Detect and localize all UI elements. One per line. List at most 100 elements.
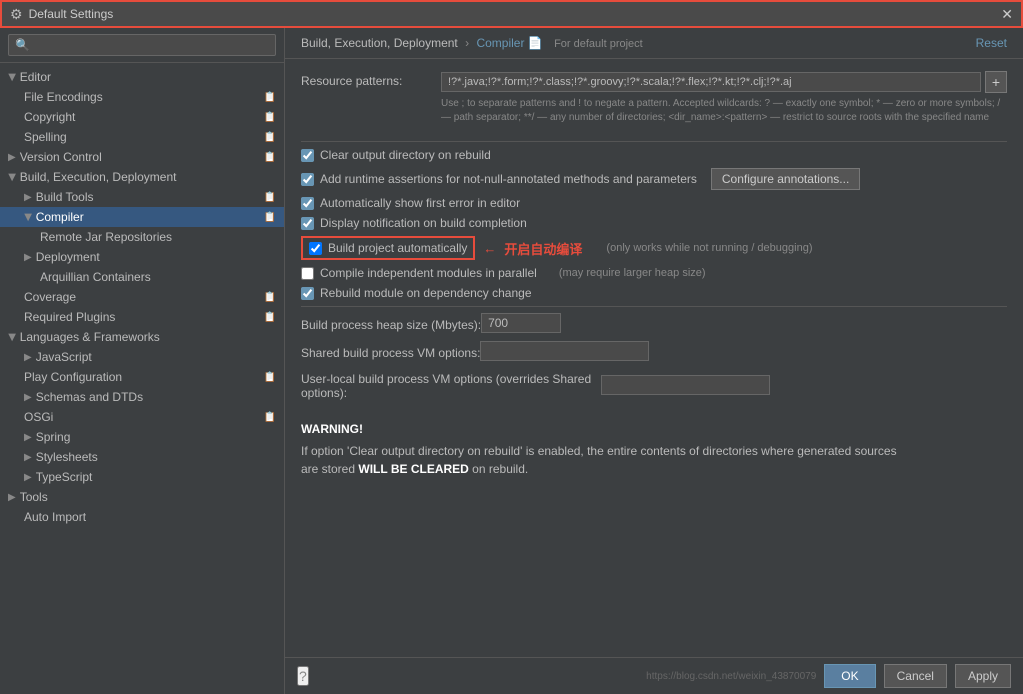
settings-icon: ⚙: [10, 6, 23, 23]
breadcrumb-current: Compiler: [476, 36, 524, 50]
sidebar-item-label: Build Tools: [36, 190, 94, 204]
breadcrumb: Build, Execution, Deployment › Compiler …: [301, 36, 643, 50]
warning-box: WARNING! If option 'Clear output directo…: [301, 412, 1007, 486]
sidebar-item-build-tools[interactable]: ▶ Build Tools 📋: [0, 187, 284, 207]
main-container: ▶ Editor File Encodings 📋 Copyright 📋 Sp…: [0, 28, 1023, 694]
expand-icon: ▶: [8, 152, 16, 163]
copy-icon: 📋: [264, 372, 276, 383]
copy-icon: 📋: [264, 112, 276, 123]
sidebar-item-stylesheets[interactable]: ▶ Stylesheets: [0, 447, 284, 467]
breadcrumb-project: For default project: [554, 38, 643, 50]
compile-parallel-row: Compile independent modules in parallel …: [301, 266, 1007, 280]
display-notification-label: Display notification on build completion: [320, 216, 527, 230]
user-vm-input[interactable]: [601, 375, 770, 395]
clear-output-row: Clear output directory on rebuild: [301, 148, 1007, 162]
sidebar-item-version-control[interactable]: ▶ Version Control 📋: [0, 147, 284, 167]
display-notification-checkbox[interactable]: [301, 217, 314, 230]
build-auto-label: Build project automatically: [328, 241, 467, 255]
expand-icon: ▶: [6, 73, 17, 81]
ok-button[interactable]: OK: [824, 664, 875, 688]
sidebar-item-osgi[interactable]: OSGi 📋: [0, 407, 284, 427]
build-auto-checkbox[interactable]: [309, 242, 322, 255]
title-bar: ⚙ Default Settings ✕: [0, 0, 1023, 28]
user-vm-row: User-local build process VM options (ove…: [301, 369, 1007, 400]
clear-output-checkbox[interactable]: [301, 149, 314, 162]
annotation-text: 开启自动编译: [504, 239, 582, 258]
shared-vm-input[interactable]: [480, 341, 649, 361]
annotation-arrow: ←: [483, 241, 496, 256]
close-button[interactable]: ✕: [1001, 6, 1013, 23]
sidebar-item-label: Stylesheets: [36, 450, 98, 464]
add-assertions-label: Add runtime assertions for not-null-anno…: [320, 172, 697, 186]
resource-patterns-input[interactable]: [441, 72, 981, 92]
warning-text: If option 'Clear output directory on reb…: [301, 442, 1007, 478]
sidebar-item-file-encodings[interactable]: File Encodings 📋: [0, 87, 284, 107]
build-auto-note: (only works while not running / debuggin…: [606, 242, 812, 254]
expand-icon: ▶: [6, 173, 17, 181]
breadcrumb-separator: ›: [465, 36, 472, 50]
add-pattern-button[interactable]: +: [985, 71, 1007, 93]
sidebar-item-label: Schemas and DTDs: [36, 390, 143, 404]
add-assertions-row: Add runtime assertions for not-null-anno…: [301, 168, 1007, 190]
search-input[interactable]: [8, 34, 276, 56]
expand-icon: ▶: [24, 192, 32, 203]
resource-input-row: +: [441, 71, 1007, 93]
sidebar-item-label: Auto Import: [24, 510, 86, 524]
sidebar-item-coverage[interactable]: Coverage 📋: [0, 287, 284, 307]
sidebar-item-compiler[interactable]: ▶ Compiler 📋: [0, 207, 284, 227]
sidebar-item-spelling[interactable]: Spelling 📋: [0, 127, 284, 147]
resource-patterns-label: Resource patterns:: [301, 71, 441, 88]
sidebar-item-label: Languages & Frameworks: [20, 330, 160, 344]
expand-icon: ▶: [24, 452, 32, 463]
sidebar-item-deployment[interactable]: ▶ Deployment: [0, 247, 284, 267]
resource-patterns-help: Use ; to separate patterns and ! to nega…: [441, 97, 1007, 125]
copy-icon: 📋: [264, 132, 276, 143]
sidebar-item-javascript[interactable]: ▶ JavaScript: [0, 347, 284, 367]
help-button[interactable]: ?: [297, 666, 309, 686]
resource-patterns-field: + Use ; to separate patterns and ! to ne…: [441, 71, 1007, 133]
sidebar-item-play-configuration[interactable]: Play Configuration 📋: [0, 367, 284, 387]
shared-vm-row: Shared build process VM options:: [301, 341, 1007, 361]
sidebar-item-schemas-dtds[interactable]: ▶ Schemas and DTDs: [0, 387, 284, 407]
sidebar-item-label: File Encodings: [24, 90, 103, 104]
show-first-error-checkbox[interactable]: [301, 197, 314, 210]
expand-icon: ▶: [8, 492, 16, 503]
sidebar-item-required-plugins[interactable]: Required Plugins 📋: [0, 307, 284, 327]
sidebar-item-build-execution[interactable]: ▶ Build, Execution, Deployment: [0, 167, 284, 187]
copy-icon: 📋: [264, 312, 276, 323]
build-auto-highlighted: Build project automatically: [301, 236, 475, 260]
sidebar-item-label: Deployment: [36, 250, 100, 264]
breadcrumb-part1: Build, Execution, Deployment: [301, 36, 458, 50]
compile-parallel-checkbox[interactable]: [301, 267, 314, 280]
configure-annotations-button[interactable]: Configure annotations...: [711, 168, 860, 190]
expand-icon: ▶: [22, 213, 33, 221]
shared-vm-field: [480, 341, 1007, 361]
content-panel: Build, Execution, Deployment › Compiler …: [285, 28, 1023, 694]
sidebar-item-tools[interactable]: ▶ Tools: [0, 487, 284, 507]
sidebar-item-label: Spelling: [24, 130, 67, 144]
cancel-button[interactable]: Cancel: [884, 664, 947, 688]
sidebar-item-label: TypeScript: [36, 470, 93, 484]
sidebar-item-spring[interactable]: ▶ Spring: [0, 427, 284, 447]
expand-icon: ▶: [24, 432, 32, 443]
sidebar: ▶ Editor File Encodings 📋 Copyright 📋 Sp…: [0, 28, 285, 694]
sidebar-item-editor[interactable]: ▶ Editor: [0, 67, 284, 87]
reset-button[interactable]: Reset: [976, 36, 1007, 50]
sidebar-item-typescript[interactable]: ▶ TypeScript: [0, 467, 284, 487]
sidebar-item-auto-import[interactable]: Auto Import: [0, 507, 284, 527]
sidebar-item-remote-jar[interactable]: Remote Jar Repositories: [0, 227, 284, 247]
copy-icon: 📋: [264, 292, 276, 303]
apply-button[interactable]: Apply: [955, 664, 1011, 688]
sidebar-item-languages[interactable]: ▶ Languages & Frameworks: [0, 327, 284, 347]
copy-icon: 📋: [264, 212, 276, 223]
add-assertions-checkbox[interactable]: [301, 173, 314, 186]
sidebar-item-arquillian[interactable]: Arquillian Containers: [0, 267, 284, 287]
sidebar-item-label: Version Control: [20, 150, 102, 164]
rebuild-dependency-checkbox[interactable]: [301, 287, 314, 300]
shared-vm-label: Shared build process VM options:: [301, 343, 480, 360]
sidebar-item-label: Build, Execution, Deployment: [20, 170, 177, 184]
sidebar-item-label: JavaScript: [36, 350, 92, 364]
sidebar-item-label: Play Configuration: [24, 370, 122, 384]
sidebar-item-copyright[interactable]: Copyright 📋: [0, 107, 284, 127]
heap-size-input[interactable]: [481, 313, 561, 333]
